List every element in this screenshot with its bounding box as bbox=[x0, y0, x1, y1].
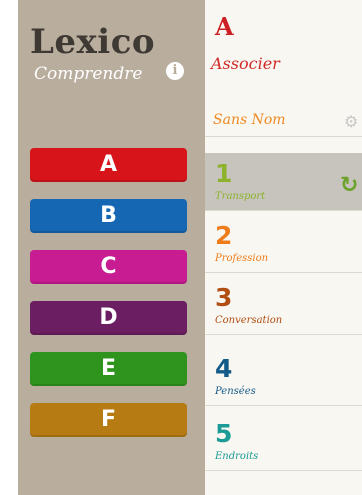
selection-pointer bbox=[188, 153, 200, 177]
app: Lexico Comprendre i A B C D E F A Associ… bbox=[0, 0, 362, 495]
letter-button-c[interactable]: C bbox=[30, 250, 187, 284]
sans-nom-label: Sans Nom bbox=[213, 112, 286, 128]
panel-letter: A bbox=[215, 12, 234, 41]
refresh-icon[interactable]: ↻ bbox=[340, 173, 358, 198]
app-subtitle: Comprendre bbox=[34, 64, 143, 84]
letter-button-f[interactable]: F bbox=[30, 403, 187, 437]
category-number: 3 bbox=[215, 283, 233, 312]
panel-subtitle: Associer bbox=[211, 54, 280, 73]
category-item-3[interactable]: 3 Conversation bbox=[205, 277, 362, 335]
category-item-2[interactable]: 2 Profession bbox=[205, 215, 362, 273]
category-label: Pensées bbox=[215, 386, 256, 397]
category-item-1[interactable]: 1 Transport ↻ bbox=[205, 153, 362, 211]
category-item-5[interactable]: 5 Endroits bbox=[205, 413, 362, 471]
category-number: 1 bbox=[215, 159, 233, 188]
letter-button-e[interactable]: E bbox=[30, 352, 187, 386]
category-label: Conversation bbox=[215, 315, 283, 326]
sans-nom-row[interactable]: Sans Nom ⚙ bbox=[205, 108, 362, 137]
category-number: 2 bbox=[215, 221, 233, 250]
info-icon[interactable]: i bbox=[166, 62, 184, 80]
category-number: 4 bbox=[215, 354, 233, 383]
gear-icon[interactable]: ⚙ bbox=[344, 112, 358, 131]
app-title: Lexico bbox=[30, 22, 156, 62]
category-label: Profession bbox=[215, 253, 269, 264]
letter-button-d[interactable]: D bbox=[30, 301, 187, 335]
category-label: Transport bbox=[215, 191, 266, 202]
category-number: 5 bbox=[215, 419, 233, 448]
content-panel: A Associer Sans Nom ⚙ 1 Transport ↻ 2 Pr… bbox=[205, 0, 362, 495]
category-label: Endroits bbox=[215, 451, 259, 462]
letter-button-b[interactable]: B bbox=[30, 199, 187, 233]
category-item-4[interactable]: 4 Pensées bbox=[205, 348, 362, 406]
letter-button-a[interactable]: A bbox=[30, 148, 187, 182]
sidebar: Lexico Comprendre i A B C D E F bbox=[18, 0, 205, 495]
